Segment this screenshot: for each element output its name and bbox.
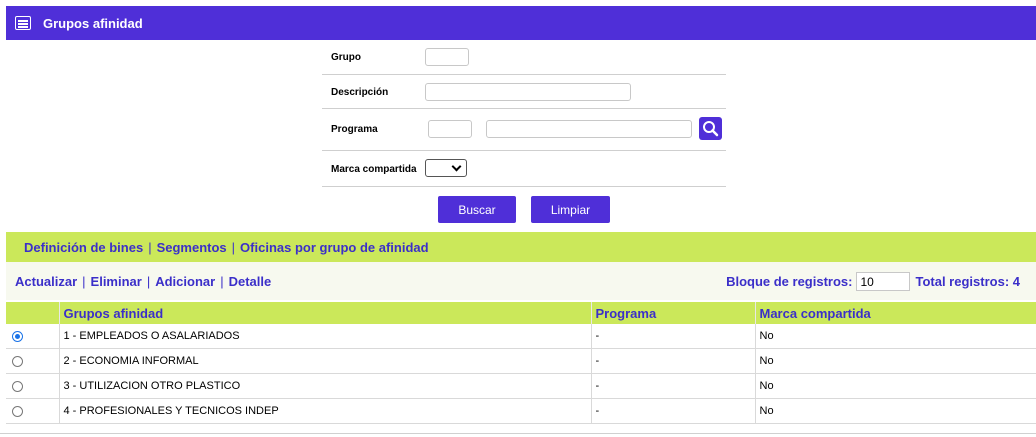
table-row[interactable]: 2 - ECONOMIA INFORMAL - No bbox=[6, 348, 1036, 374]
row-radio[interactable] bbox=[12, 355, 23, 367]
limpiar-button[interactable]: Limpiar bbox=[531, 196, 610, 223]
programa-search-button[interactable] bbox=[699, 117, 722, 140]
total-records: Total registros: 4 bbox=[915, 274, 1020, 289]
programa-label: Programa bbox=[331, 124, 378, 135]
related-links-bar: Definición de bines | Segmentos | Oficin… bbox=[6, 232, 1036, 262]
link-segmentos[interactable]: Segmentos bbox=[157, 240, 227, 255]
results-table: Grupos afinidad Programa Marca compartid… bbox=[6, 302, 1036, 424]
page-title: Grupos afinidad bbox=[43, 15, 143, 31]
search-icon bbox=[703, 121, 719, 137]
list-icon bbox=[15, 16, 31, 30]
actualizar-link[interactable]: Actualizar bbox=[15, 274, 77, 289]
bottom-divider bbox=[0, 433, 1036, 434]
descripcion-row: Descripción bbox=[322, 75, 726, 109]
grupo-input[interactable] bbox=[425, 48, 469, 66]
detalle-link[interactable]: Detalle bbox=[229, 274, 272, 289]
descripcion-input[interactable] bbox=[425, 83, 631, 101]
table-row[interactable]: 4 - PROFESIONALES Y TECNICOS INDEP - No bbox=[6, 398, 1036, 424]
row-radio[interactable] bbox=[12, 405, 23, 417]
table-row[interactable]: 1 - EMPLEADOS O ASALARIADOS - No bbox=[6, 324, 1036, 349]
paging-info: Bloque de registros: Total registros: 4 bbox=[726, 272, 1020, 291]
grupo-row: Grupo bbox=[322, 41, 726, 75]
row-radio[interactable] bbox=[12, 380, 23, 392]
separator: | bbox=[146, 273, 151, 289]
programa-cell: - bbox=[591, 398, 756, 424]
row-select-cell bbox=[6, 398, 60, 424]
grupo-cell: 4 - PROFESIONALES Y TECNICOS INDEP bbox=[59, 398, 592, 424]
separator: | bbox=[148, 239, 152, 255]
column-header-select bbox=[6, 302, 60, 324]
programa-code-input[interactable] bbox=[428, 120, 472, 138]
row-select-cell bbox=[6, 348, 60, 374]
programa-cell: - bbox=[591, 373, 756, 399]
column-header-programa[interactable]: Programa bbox=[591, 302, 756, 324]
row-select-cell bbox=[6, 324, 60, 349]
link-definicion-bines[interactable]: Definición de bines bbox=[24, 240, 143, 255]
chevron-down-icon bbox=[451, 161, 462, 172]
marca-label: Marca compartida bbox=[331, 164, 417, 175]
row-select-cell bbox=[6, 373, 60, 399]
grupo-cell: 1 - EMPLEADOS O ASALARIADOS bbox=[59, 324, 592, 349]
actions-toolbar: Actualizar | Eliminar | Adicionar | Deta… bbox=[6, 262, 1036, 300]
block-label: Bloque de registros: bbox=[726, 274, 853, 289]
marca-cell: No bbox=[755, 373, 1036, 399]
marca-select[interactable] bbox=[425, 159, 467, 177]
marca-cell: No bbox=[755, 398, 1036, 424]
separator: | bbox=[220, 273, 224, 289]
grupo-label: Grupo bbox=[331, 52, 361, 63]
table-header-row: Grupos afinidad Programa Marca compartid… bbox=[6, 302, 1036, 324]
programa-row: Programa bbox=[322, 109, 726, 151]
table-row[interactable]: 3 - UTILIZACION OTRO PLASTICO - No bbox=[6, 373, 1036, 399]
programa-name-input[interactable] bbox=[486, 120, 692, 138]
separator: | bbox=[231, 239, 236, 255]
column-header-marca[interactable]: Marca compartida bbox=[755, 302, 1036, 324]
column-header-grupos[interactable]: Grupos afinidad bbox=[59, 302, 592, 324]
separator: | bbox=[82, 273, 86, 289]
marca-cell: No bbox=[755, 324, 1036, 349]
row-radio[interactable] bbox=[12, 330, 23, 342]
block-size-input[interactable] bbox=[856, 272, 911, 291]
eliminar-link[interactable]: Eliminar bbox=[91, 274, 142, 289]
programa-cell: - bbox=[591, 348, 756, 374]
marca-row: Marca compartida bbox=[322, 151, 726, 187]
link-oficinas[interactable]: Oficinas por grupo de afinidad bbox=[240, 240, 429, 255]
descripcion-label: Descripción bbox=[331, 87, 389, 98]
adicionar-link[interactable]: Adicionar bbox=[155, 274, 215, 289]
buscar-button[interactable]: Buscar bbox=[438, 196, 516, 223]
search-form: Grupo Descripción Programa Marca compart… bbox=[322, 41, 726, 187]
marca-cell: No bbox=[755, 348, 1036, 374]
grupo-cell: 2 - ECONOMIA INFORMAL bbox=[59, 348, 592, 374]
page-header: Grupos afinidad bbox=[6, 6, 1036, 40]
grupo-cell: 3 - UTILIZACION OTRO PLASTICO bbox=[59, 373, 592, 399]
programa-cell: - bbox=[591, 324, 756, 349]
